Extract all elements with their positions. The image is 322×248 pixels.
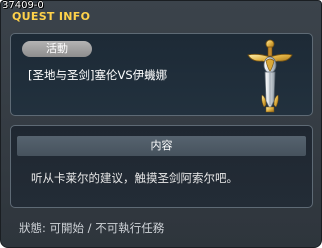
window-title: QUEST INFO [12,10,91,23]
quest-content-panel: 内容 听从卡莱尔的建议，触摸圣剑阿索尔吧。 [10,125,313,208]
quest-description: 听从卡莱尔的建议，触摸圣剑阿索尔吧。 [31,171,238,185]
sword-emblem-icon [247,39,293,113]
quest-info-window: 37409-0 QUEST INFO 活動 [圣地与圣剑]塞伦VS伊蟣娜 内容 … [0,0,322,248]
quest-status: 狀態: 可開始 / 不可執行任務 [19,221,165,235]
content-section-header: 内容 [17,136,306,156]
quest-summary-panel: 活動 [圣地与圣剑]塞伦VS伊蟣娜 [10,33,313,116]
quest-name: [圣地与圣剑]塞伦VS伊蟣娜 [28,68,168,82]
quest-category-tag: 活動 [22,41,92,57]
